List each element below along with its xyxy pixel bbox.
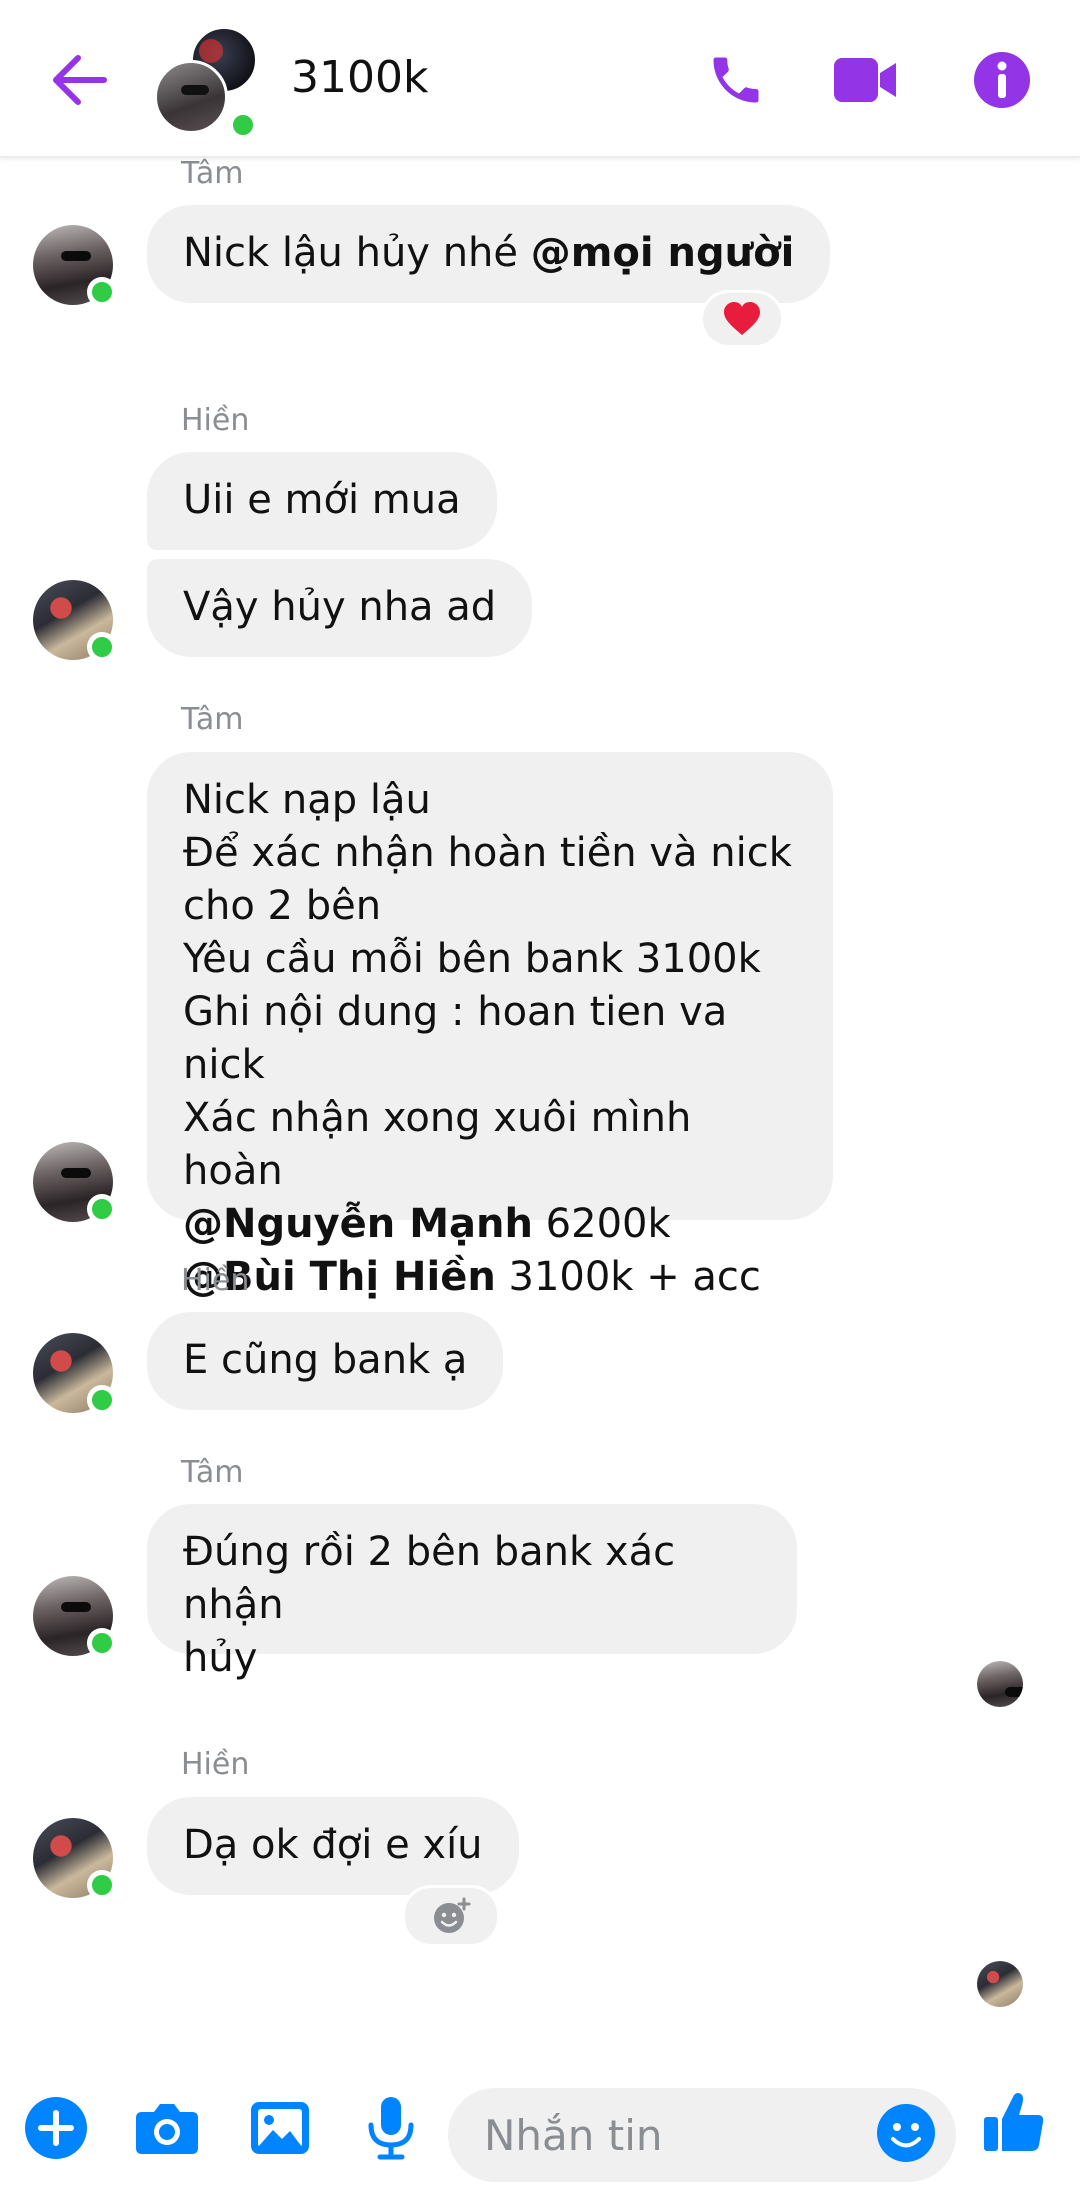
phone-icon[interactable] xyxy=(700,44,772,116)
heart-reaction[interactable] xyxy=(700,290,784,348)
online-indicator xyxy=(87,1628,117,1658)
online-indicator xyxy=(87,632,117,662)
online-indicator xyxy=(87,1870,117,1900)
mention[interactable]: @Nguyễn Mạnh xyxy=(183,1201,533,1247)
video-camera-icon[interactable] xyxy=(830,44,902,116)
message-bubble[interactable]: Đúng rồi 2 bên bank xác nhận hủy xyxy=(147,1504,797,1681)
sender-name: Tâm xyxy=(181,156,244,191)
avatar[interactable] xyxy=(33,1818,117,1900)
sender-name: Tâm xyxy=(181,1455,244,1490)
plus-icon[interactable] xyxy=(20,2092,92,2164)
emoji-icon[interactable] xyxy=(875,2102,937,2164)
seen-avatar xyxy=(977,1961,1023,2007)
group-avatar[interactable] xyxy=(154,26,264,140)
info-icon[interactable] xyxy=(966,44,1038,116)
avatar[interactable] xyxy=(33,1142,117,1224)
avatar[interactable] xyxy=(33,225,117,307)
message-bubble[interactable]: Vậy hủy nha ad xyxy=(147,559,533,657)
online-indicator xyxy=(87,1385,117,1415)
mention[interactable]: @mọi người xyxy=(531,230,795,276)
gallery-icon[interactable] xyxy=(244,2092,316,2164)
message-bubble[interactable]: Uii e mới mua xyxy=(147,452,497,550)
message-bubble[interactable]: Nick lậu hủy nhé @mọi người xyxy=(147,205,831,303)
message-bubble[interactable]: E cũng bank ạ xyxy=(147,1312,504,1410)
avatar[interactable] xyxy=(33,580,117,662)
message-composer xyxy=(0,2070,1080,2199)
sender-name: Hiền xyxy=(181,1747,250,1782)
add-reaction-icon[interactable] xyxy=(402,1885,500,1947)
messenger-chat-screen: 3100k Tâm Nick lậu hủy nhé @mọi người Hi… xyxy=(0,0,1080,2199)
sender-name: Hiền xyxy=(181,1263,250,1298)
sender-name: Hiền xyxy=(181,403,250,438)
back-arrow-icon[interactable] xyxy=(48,50,110,110)
chat-title[interactable]: 3100k xyxy=(291,52,428,103)
online-indicator xyxy=(87,1194,117,1224)
seen-avatar xyxy=(977,1661,1023,1707)
message-bubble[interactable]: Dạ ok đợi e xíu xyxy=(147,1797,519,1895)
online-indicator xyxy=(87,277,117,307)
online-indicator xyxy=(228,110,258,140)
avatar[interactable] xyxy=(33,1333,117,1415)
thumbs-up-icon[interactable] xyxy=(978,2086,1050,2158)
sender-name: Tâm xyxy=(181,702,244,737)
camera-icon[interactable] xyxy=(131,2092,203,2164)
avatar[interactable] xyxy=(33,1576,117,1658)
message-bubble[interactable]: Nick nạp lậu Để xác nhận hoàn tiền và nic… xyxy=(147,752,833,1300)
chat-header: 3100k xyxy=(0,0,1080,158)
microphone-icon[interactable] xyxy=(355,2092,427,2164)
